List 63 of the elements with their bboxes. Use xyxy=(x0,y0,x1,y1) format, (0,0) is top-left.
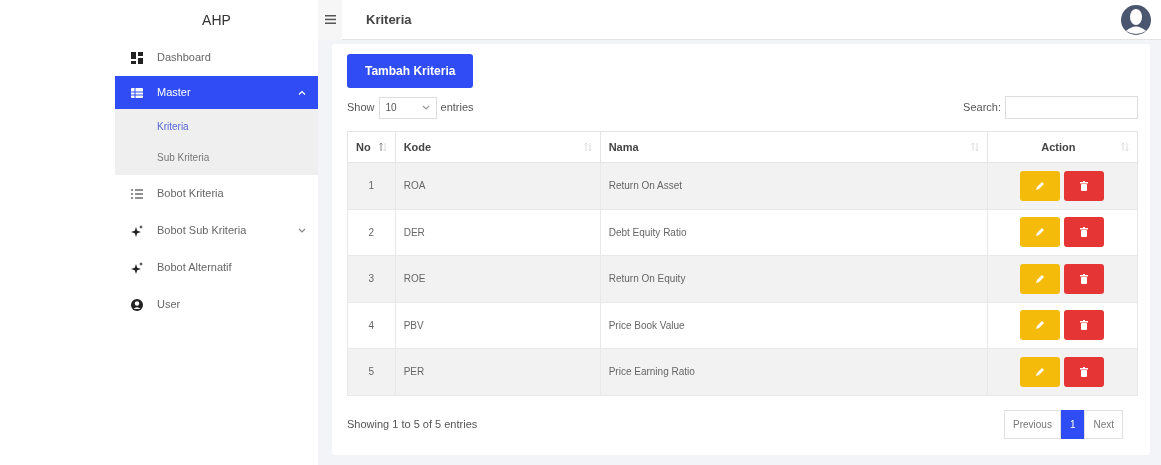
sidebar-subitem[interactable]: Kriteria xyxy=(115,111,318,142)
page-button[interactable]: 1 xyxy=(1060,409,1085,439)
sidebar-subitem[interactable]: Sub Kriteria xyxy=(115,142,318,173)
column-header[interactable]: Nama xyxy=(608,138,639,156)
table-cell: Debt Equity Ratio xyxy=(600,209,988,256)
table-cell: PER xyxy=(395,348,601,395)
pencil-icon xyxy=(1034,319,1047,332)
table-cell: Return On Equity xyxy=(600,255,988,302)
table-cell: ROA xyxy=(395,162,601,209)
table-cell: 3 xyxy=(347,255,396,302)
add-button[interactable]: Tambah Kriteria xyxy=(347,54,474,88)
page-title: Kriteria xyxy=(366,10,413,29)
search-label: Search: xyxy=(963,100,1001,116)
avatar-icon[interactable] xyxy=(1121,4,1151,35)
column-header[interactable]: No xyxy=(356,138,371,156)
page-button[interactable]: Next xyxy=(1084,409,1123,439)
entries-select[interactable]: 10 xyxy=(378,96,437,119)
table-cell: 5 xyxy=(347,348,396,395)
pencil-icon xyxy=(1034,179,1047,192)
length-label: Show xyxy=(347,100,375,116)
sidebar-item[interactable]: Bobot Sub Kriteria xyxy=(115,212,318,249)
delete-button[interactable] xyxy=(1064,217,1105,248)
delete-button[interactable] xyxy=(1064,310,1105,341)
search-field[interactable] xyxy=(1005,96,1138,119)
pencil-icon xyxy=(1034,226,1047,239)
chevron-down-icon xyxy=(421,105,430,110)
length-label: entries xyxy=(440,100,474,116)
table-cell: Return On Asset xyxy=(600,162,988,209)
table-cell: 1 xyxy=(347,162,396,209)
table-cell: PBV xyxy=(395,302,601,349)
table-icon xyxy=(131,86,143,99)
table-cell: Price Book Value xyxy=(600,302,988,349)
table-cell: 2 xyxy=(347,209,396,256)
column-header[interactable]: Action xyxy=(1041,138,1076,156)
sidebar-item[interactable]: Bobot Alternatif xyxy=(115,249,318,286)
grid-icon xyxy=(131,51,143,64)
trash-icon xyxy=(1078,226,1091,239)
trash-icon xyxy=(1078,272,1091,285)
sidebar-item[interactable]: Dashboard xyxy=(115,39,318,76)
trash-icon xyxy=(1078,365,1091,378)
menu-icon[interactable] xyxy=(318,0,342,40)
table-cell: ROE xyxy=(395,255,601,302)
user-icon xyxy=(131,298,143,311)
sparkle-icon xyxy=(131,224,143,237)
sparkle-icon xyxy=(131,261,143,274)
trash-icon xyxy=(1078,319,1091,332)
pencil-icon xyxy=(1034,365,1047,378)
delete-button[interactable] xyxy=(1064,263,1105,294)
column-header[interactable]: Kode xyxy=(403,138,432,156)
page-button[interactable]: Previous xyxy=(1003,409,1061,439)
sidebar-item[interactable]: User xyxy=(115,286,318,323)
table-cell: DER xyxy=(395,209,601,256)
brand-title: AHP xyxy=(201,11,232,30)
delete-button[interactable] xyxy=(1064,170,1105,201)
delete-button[interactable] xyxy=(1064,356,1105,387)
list-icon xyxy=(131,187,143,200)
sidebar-item[interactable]: Master xyxy=(115,76,318,109)
table-cell: Price Earning Ratio xyxy=(600,348,988,395)
trash-icon xyxy=(1078,179,1091,192)
table-info: Showing 1 to 5 of 5 entries xyxy=(347,416,478,432)
pencil-icon xyxy=(1034,272,1047,285)
table-cell: 4 xyxy=(347,302,396,349)
sidebar-item[interactable]: Bobot Kriteria xyxy=(115,175,318,212)
